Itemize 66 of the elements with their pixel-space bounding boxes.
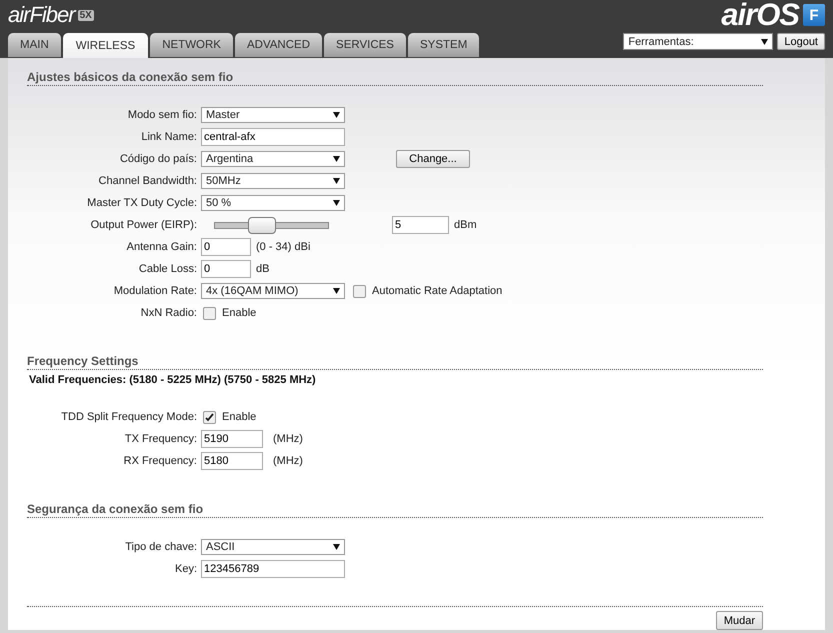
input-field[interactable]: central-afx: [201, 128, 345, 146]
unit-label: (0 - 34) dBi: [256, 241, 310, 253]
tab[interactable]: SYSTEM: [408, 33, 480, 57]
input-field[interactable]: 0: [201, 260, 251, 278]
caret-icon: [333, 112, 340, 118]
field-label: Channel Bandwidth:: [98, 175, 198, 187]
checkbox-label: Automatic Rate Adaptation: [372, 285, 502, 297]
dropdown[interactable]: 50MHz: [201, 173, 345, 189]
tab[interactable]: WIRELESS: [62, 33, 148, 58]
input-field[interactable]: 5190: [201, 430, 263, 448]
input-field[interactable]: 0: [201, 238, 251, 256]
unit-label: dB: [256, 263, 270, 275]
field-label: Master TX Duty Cycle:: [86, 197, 198, 209]
input-field[interactable]: 123456789: [201, 560, 345, 578]
section-title: Segurança da conexão sem fio: [27, 500, 763, 518]
brand-badge: F: [803, 4, 825, 26]
field-label: Código do país:: [118, 153, 198, 165]
caret-icon: [761, 38, 768, 44]
field-label: Antenna Gain:: [126, 241, 198, 253]
input-field[interactable]: 5: [392, 216, 449, 234]
checkbox[interactable]: [203, 410, 216, 424]
field-label: TDD Split Frequency Mode:: [60, 411, 198, 423]
unit-label: (MHz): [273, 455, 303, 467]
field-label: RX Frequency:: [122, 455, 198, 467]
caret-icon: [333, 544, 340, 550]
tab[interactable]: NETWORK: [150, 33, 233, 57]
checkbox-label: Enable: [222, 307, 256, 319]
caret-icon: [333, 200, 340, 206]
tab[interactable]: SERVICES: [324, 33, 406, 57]
checkbox[interactable]: [203, 306, 216, 320]
tab[interactable]: ADVANCED: [234, 33, 322, 57]
dropdown[interactable]: ASCII: [201, 539, 345, 555]
field-label: Modo sem fio:: [126, 109, 198, 121]
unit-label: (MHz): [273, 433, 303, 445]
change-button[interactable]: Change...: [396, 150, 470, 168]
section-title: Frequency Settings: [27, 352, 763, 370]
submit-button[interactable]: Mudar: [716, 611, 763, 630]
dropdown[interactable]: Master: [201, 107, 345, 123]
dropdown[interactable]: 50 %: [201, 195, 345, 211]
dropdown[interactable]: Argentina: [201, 151, 345, 167]
tools-dropdown[interactable]: Ferramentas:: [623, 33, 774, 50]
field-label: Modulation Rate:: [112, 285, 198, 297]
logo: airFiber: [8, 2, 75, 28]
tab[interactable]: MAIN: [8, 33, 61, 57]
field-label: Tipo de chave:: [124, 541, 198, 553]
field-label: Cable Loss:: [138, 263, 198, 275]
field-label: TX Frequency:: [124, 433, 198, 445]
checkbox[interactable]: [353, 284, 366, 298]
caret-icon: [333, 288, 340, 294]
field-label: NxN Radio:: [140, 307, 198, 319]
brand-logo: airOS: [721, 0, 799, 30]
field-label: Link Name:: [140, 131, 198, 143]
caret-icon: [333, 156, 340, 162]
logout-button[interactable]: Logout: [777, 33, 825, 50]
dropdown[interactable]: 4x (16QAM MIMO): [201, 283, 345, 299]
caret-icon: [333, 178, 340, 184]
valid-frequencies-note: Valid Frequencies: (5180 - 5225 MHz) (5750 - 5825 MHz): [29, 374, 317, 386]
checkbox-label: Enable: [222, 411, 256, 423]
input-field[interactable]: 5180: [201, 452, 263, 470]
section-title: Ajustes básicos da conexão sem fio: [27, 68, 763, 86]
slider-track[interactable]: [214, 216, 329, 234]
slider-thumb[interactable]: [248, 216, 276, 234]
field-label: Key:: [174, 563, 198, 575]
unit-label: dBm: [454, 219, 477, 231]
field-label: Output Power (EIRP):: [90, 219, 198, 231]
logo-badge: 5X: [78, 10, 94, 20]
